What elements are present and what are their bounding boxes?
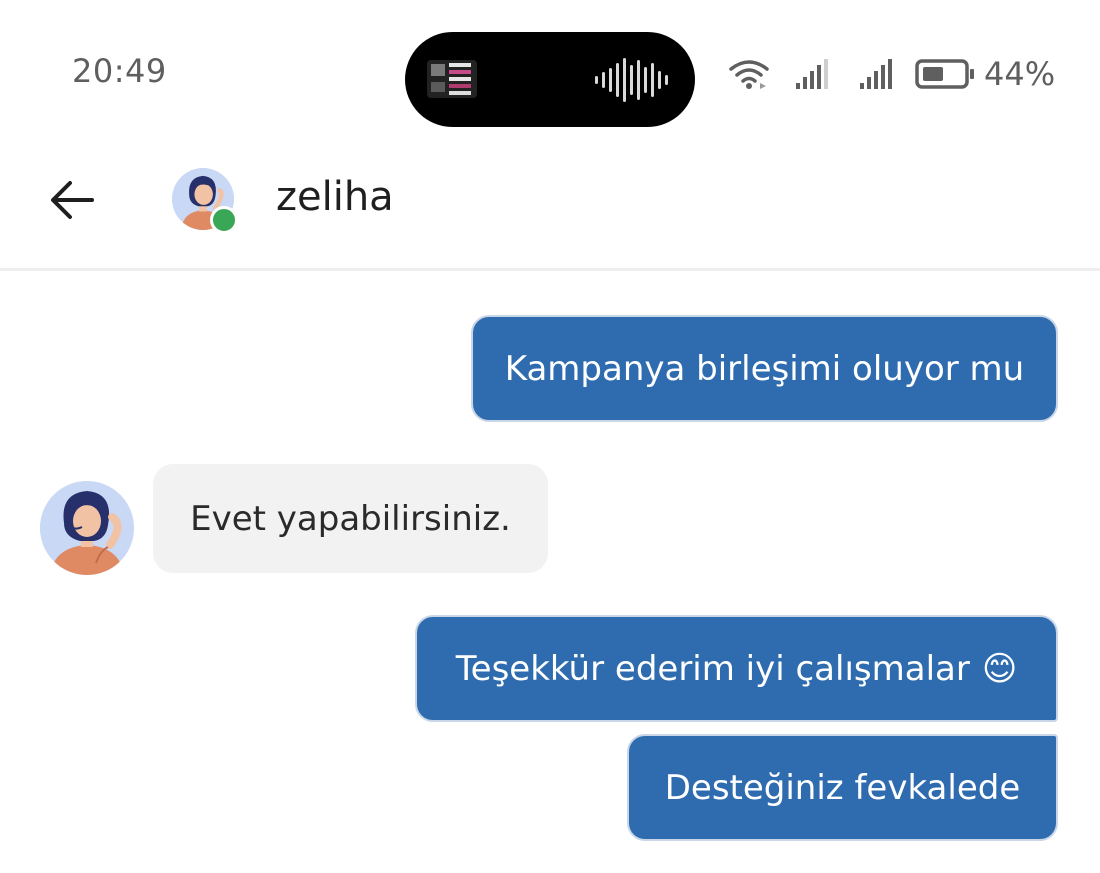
- battery-percent: 44%: [984, 55, 1056, 93]
- message-text: Teşekkür ederim iyi çalışmalar: [455, 648, 970, 689]
- status-time: 20:49: [72, 52, 167, 90]
- wifi-icon: [729, 60, 769, 89]
- signal-icon: [860, 59, 892, 89]
- battery-icon: [915, 59, 974, 89]
- signal-icon: [796, 59, 828, 89]
- message-text: Evet yapabilirsiniz.: [190, 498, 511, 539]
- dynamic-island[interactable]: [405, 32, 695, 127]
- status-icons: 44%: [728, 52, 1055, 96]
- media-thumbnail: [427, 60, 477, 98]
- back-button[interactable]: [48, 176, 96, 224]
- arrow-left-icon: [51, 181, 94, 219]
- agent-avatar: [40, 481, 134, 575]
- smiling-face-emoji: 😊: [981, 648, 1018, 689]
- message-bubble-outgoing[interactable]: Teşekkür ederim iyi çalışmalar 😊: [415, 615, 1058, 722]
- message-bubble-outgoing[interactable]: Desteğiniz fevkalede: [627, 734, 1058, 841]
- contact-name[interactable]: zeliha: [276, 174, 394, 220]
- message-bubble-incoming[interactable]: Evet yapabilirsiniz.: [153, 464, 548, 573]
- message-text: Kampanya birleşimi oluyor mu: [504, 348, 1025, 389]
- online-status-dot: [210, 206, 238, 234]
- message-text: Desteğiniz fevkalede: [664, 767, 1021, 808]
- audio-waveform-icon: [595, 56, 670, 104]
- agent-avatar-image: [40, 481, 134, 575]
- header-divider: [0, 268, 1100, 271]
- message-bubble-outgoing[interactable]: Kampanya birleşimi oluyor mu: [471, 315, 1058, 422]
